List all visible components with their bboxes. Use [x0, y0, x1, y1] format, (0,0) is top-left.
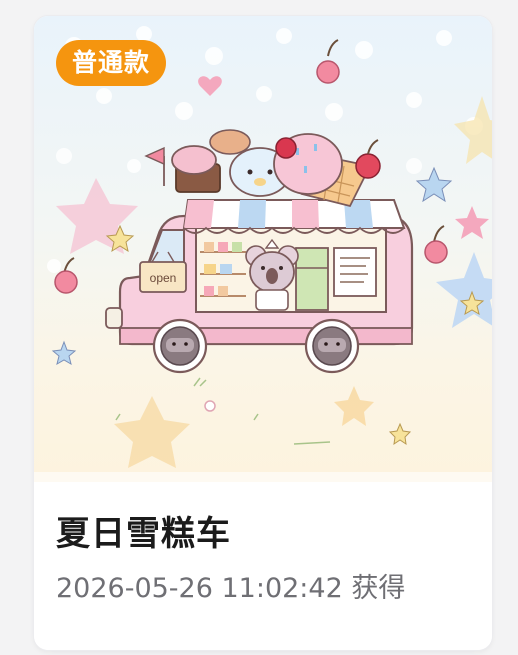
item-illustration: open 普通款: [34, 16, 492, 482]
obtained-time: 2026-05-26 11:02:42: [56, 573, 343, 604]
collectible-card[interactable]: open 普通款 夏日雪糕车 2026-05-26 11:02:42 获得: [34, 16, 492, 650]
open-sign-text: open: [150, 271, 177, 285]
obtained-info: 2026-05-26 11:02:42 获得: [56, 566, 405, 605]
obtained-label: 获得: [351, 573, 406, 604]
item-info: 夏日雪糕车 2026-05-26 11:02:42 获得: [34, 482, 492, 650]
rarity-badge: 普通款: [56, 40, 167, 86]
item-title: 夏日雪糕车: [56, 514, 231, 554]
